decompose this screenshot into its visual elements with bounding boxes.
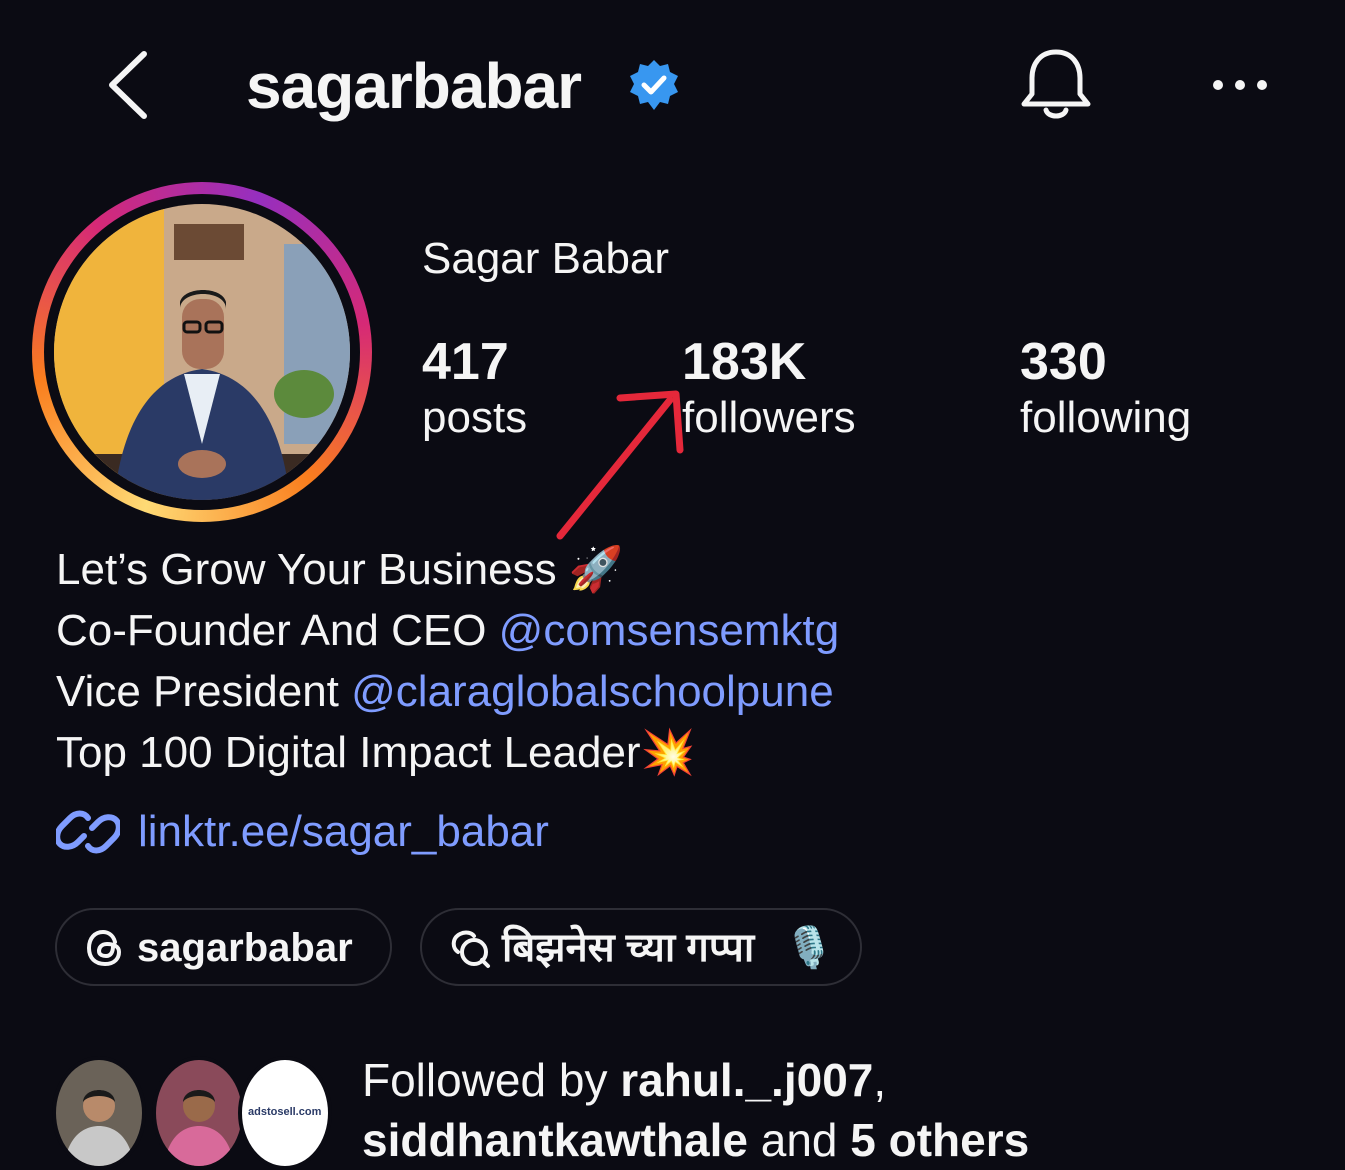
mention-link-claraglobalschoolpune[interactable]: @claraglobalschoolpune — [351, 667, 834, 716]
profile-full-name: Sagar Babar — [422, 234, 670, 283]
verified-badge-icon — [626, 58, 682, 114]
mention-link-comsensemktg[interactable]: @comsensemktg — [499, 606, 840, 655]
group-chip-label: बिझनेस च्या गप्पा — [502, 926, 755, 970]
bio-link-text[interactable]: linktr.ee/sagar_babar — [138, 800, 549, 864]
followed-by-middle: and — [747, 1114, 851, 1166]
annotation-arrow — [550, 380, 700, 550]
rocket-emoji-icon: 🚀 — [568, 545, 624, 594]
follower-avatar[interactable] — [52, 1056, 146, 1170]
followed-by-prefix: Followed by — [362, 1054, 621, 1106]
bio-text: Co-Founder And CEO — [56, 606, 499, 655]
bio-text: Vice President — [56, 667, 352, 716]
chat-bubbles-icon — [451, 930, 490, 968]
posts-stat[interactable]: 417 posts — [422, 332, 527, 444]
bio-line-2: Co-Founder And CEO @comsensemktg — [56, 601, 839, 661]
posts-count: 417 — [422, 333, 509, 391]
profile-avatar[interactable] — [54, 204, 350, 500]
follower-avatar[interactable]: adstosell.com — [238, 1056, 332, 1170]
followed-by-text[interactable]: Followed by rahul._.j007, siddhantkawtha… — [362, 1050, 1029, 1170]
bell-icon — [1021, 49, 1091, 119]
threads-chip[interactable]: sagarbabar — [55, 908, 392, 986]
posts-label: posts — [422, 393, 528, 442]
following-count: 330 — [1020, 333, 1107, 391]
following-label: following — [1020, 393, 1192, 442]
followed-by-others[interactable]: 5 others — [850, 1114, 1029, 1166]
chevron-left-icon — [109, 51, 147, 119]
collision-emoji-icon: 💥 — [640, 728, 696, 777]
threads-icon — [86, 929, 122, 967]
back-button[interactable] — [100, 48, 160, 122]
notifications-button[interactable] — [1016, 44, 1096, 124]
separator-comma: , — [873, 1054, 887, 1106]
more-options-button[interactable] — [1208, 70, 1272, 100]
bio-line-4: Top 100 Digital Impact Leader💥 — [56, 723, 695, 783]
follower-username[interactable]: rahul._.j007 — [620, 1054, 873, 1106]
link-icon — [56, 810, 120, 854]
bio-text: Top 100 Digital Impact Leader — [56, 728, 641, 777]
profile-username: sagarbabar — [246, 50, 582, 122]
more-horizontal-icon — [1213, 80, 1267, 90]
bio-text: Let’s Grow Your Business — [56, 545, 557, 594]
followers-count: 183K — [682, 333, 807, 391]
bio-line-1: Let’s Grow Your Business 🚀 — [56, 540, 624, 600]
follower-avatar-logo-text: adstosell.com — [248, 1106, 322, 1118]
follower-avatar[interactable] — [152, 1056, 246, 1170]
followers-label: followers — [682, 393, 856, 442]
bio-line-3: Vice President @claraglobalschoolpune — [56, 662, 834, 722]
followers-stat[interactable]: 183K followers — [682, 332, 856, 444]
threads-chip-label: sagarbabar — [137, 926, 353, 970]
microphone-emoji-icon: 🎙️ — [784, 926, 834, 970]
group-chat-chip[interactable]: बिझनेस च्या गप्पा 🎙️ — [420, 908, 862, 986]
follower-username[interactable]: siddhantkawthale — [362, 1114, 748, 1166]
following-stat[interactable]: 330 following — [1020, 332, 1191, 444]
